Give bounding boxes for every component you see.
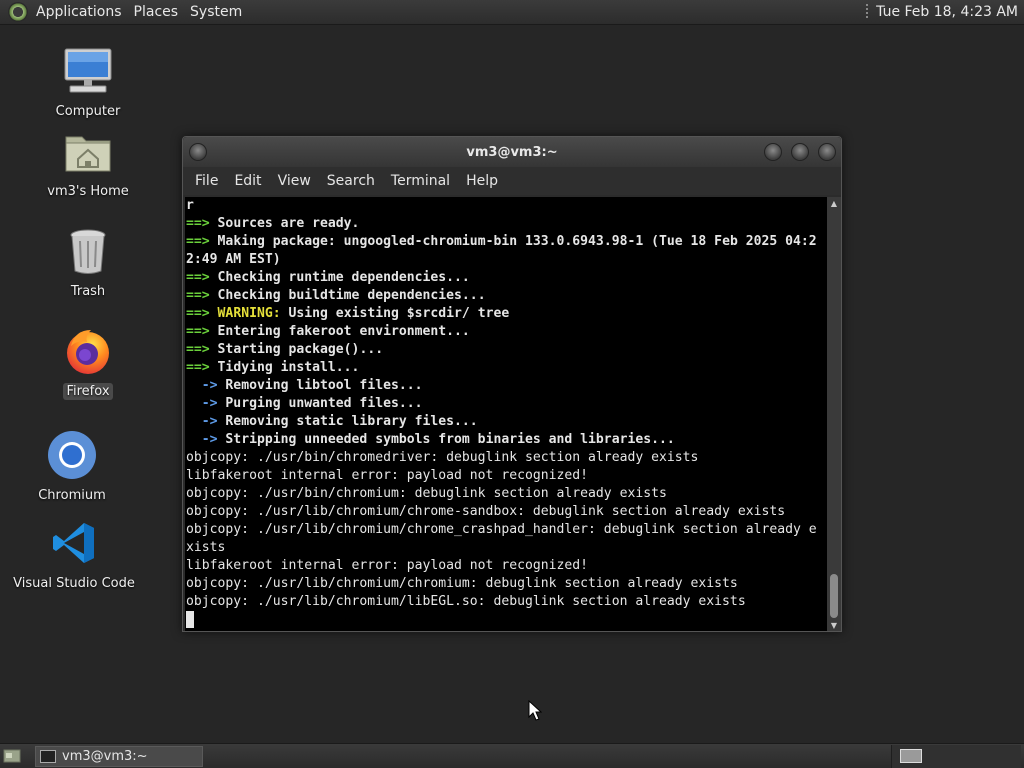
terminal-line: -> Removing static library files... xyxy=(186,414,478,429)
menu-help[interactable]: Help xyxy=(458,173,506,189)
terminal-line: ==> Starting package()... xyxy=(186,342,384,357)
terminal-scrollbar[interactable]: ▲ ▼ xyxy=(827,197,841,631)
menu-file[interactable]: File xyxy=(187,173,226,189)
terminal-line: objcopy: ./usr/bin/chromedriver: debugli… xyxy=(186,450,699,465)
desktop-icon-vscode[interactable]: Visual Studio Code xyxy=(13,516,135,592)
terminal-line: -> Stripping unneeded symbols from binar… xyxy=(186,432,675,447)
desktop-icon-label: Visual Studio Code xyxy=(13,576,135,591)
home-folder-icon xyxy=(61,124,115,178)
trash-icon xyxy=(61,224,115,278)
window-title: vm3@vm3:~ xyxy=(466,144,558,160)
warning-label: WARNING: xyxy=(217,306,281,321)
desktop-icon-label: Trash xyxy=(70,284,106,299)
window-titlebar[interactable]: vm3@vm3:~ xyxy=(183,137,841,167)
desktop-icon-label: Chromium xyxy=(38,488,106,503)
minimize-button[interactable] xyxy=(764,143,782,161)
terminal-menubar: File Edit View Search Terminal Help xyxy=(183,167,841,195)
bottom-panel: vm3@vm3:~ xyxy=(0,743,1024,768)
desktop-icon-trash[interactable]: Trash xyxy=(28,224,148,300)
terminal-line: ==> Checking runtime dependencies... xyxy=(186,270,470,285)
terminal-line: objcopy: ./usr/lib/chromium/chrome-sandb… xyxy=(186,504,786,519)
terminal-line: -> Removing libtool files... xyxy=(186,378,423,393)
scroll-down-icon[interactable]: ▼ xyxy=(827,619,841,631)
desktop-icon-label: vm3's Home xyxy=(47,184,129,199)
desktop-icon-chromium[interactable]: Chromium xyxy=(12,428,132,504)
terminal-line: xists xyxy=(186,540,226,555)
terminal-line: ==> WARNING: Using existing $srcdir/ tre… xyxy=(186,306,510,321)
workspace-switcher[interactable] xyxy=(891,745,1021,768)
terminal-window: vm3@vm3:~ File Edit View Search Terminal… xyxy=(182,136,842,632)
terminal-line: objcopy: ./usr/lib/chromium/libEGL.so: d… xyxy=(186,594,746,609)
menu-applications[interactable]: Applications xyxy=(32,4,130,20)
terminal-line: objcopy: ./usr/lib/chromium/chromium: de… xyxy=(186,576,738,591)
scrollbar-thumb[interactable] xyxy=(830,574,838,618)
terminal-output[interactable]: r ==> Sources are ready. ==> Making pack… xyxy=(185,197,827,631)
terminal-line: r xyxy=(186,198,194,213)
workspace-1[interactable] xyxy=(900,749,922,763)
desktop-icon-label: Firefox xyxy=(63,383,113,400)
desktop-icon-label: Computer xyxy=(55,104,121,119)
desktop-icon-firefox[interactable]: Firefox xyxy=(28,324,148,400)
terminal-line: objcopy: ./usr/lib/chromium/chrome_crash… xyxy=(186,522,817,537)
top-panel: Applications Places System Tue Feb 18, 4… xyxy=(0,0,1024,25)
window-menu-button[interactable] xyxy=(189,143,207,161)
distro-logo-icon[interactable] xyxy=(8,2,28,22)
menu-terminal[interactable]: Terminal xyxy=(383,173,458,189)
terminal-line: libfakeroot internal error: payload not … xyxy=(186,468,589,483)
panel-separator xyxy=(866,4,869,20)
desktop-icon-computer[interactable]: Computer xyxy=(28,44,148,120)
chromium-icon xyxy=(45,428,99,482)
mouse-pointer-icon xyxy=(528,700,542,721)
firefox-icon xyxy=(61,324,115,378)
clock[interactable]: Tue Feb 18, 4:23 AM xyxy=(876,4,1024,20)
menu-edit[interactable]: Edit xyxy=(226,173,269,189)
menu-search[interactable]: Search xyxy=(319,173,383,189)
terminal-line: libfakeroot internal error: payload not … xyxy=(186,558,589,573)
taskbar-item-terminal[interactable]: vm3@vm3:~ xyxy=(35,746,203,767)
terminal-line: ==> Checking buildtime dependencies... xyxy=(186,288,486,303)
show-desktop-icon[interactable] xyxy=(3,748,21,764)
terminal-line: 2:49 AM EST) xyxy=(186,252,281,267)
menu-places[interactable]: Places xyxy=(130,4,187,20)
taskbar-item-label: vm3@vm3:~ xyxy=(62,749,148,764)
text-cursor xyxy=(186,611,194,628)
computer-icon xyxy=(61,44,115,98)
terminal-line: ==> Entering fakeroot environment... xyxy=(186,324,470,339)
menu-view[interactable]: View xyxy=(270,173,319,189)
terminal-line: ==> Tidying install... xyxy=(186,360,360,375)
terminal-icon xyxy=(40,750,56,763)
terminal-line: objcopy: ./usr/bin/chromium: debuglink s… xyxy=(186,486,667,501)
desktop-icon-home[interactable]: vm3's Home xyxy=(28,124,148,200)
terminal-line: -> Purging unwanted files... xyxy=(186,396,423,411)
vscode-icon xyxy=(47,516,101,570)
terminal-line: ==> Sources are ready. xyxy=(186,216,360,231)
terminal-prompt-line xyxy=(186,611,827,629)
maximize-button[interactable] xyxy=(791,143,809,161)
close-button[interactable] xyxy=(818,143,836,161)
scroll-up-icon[interactable]: ▲ xyxy=(827,197,841,209)
terminal-line: ==> Making package: ungoogled-chromium-b… xyxy=(186,234,817,249)
menu-system[interactable]: System xyxy=(186,4,250,20)
